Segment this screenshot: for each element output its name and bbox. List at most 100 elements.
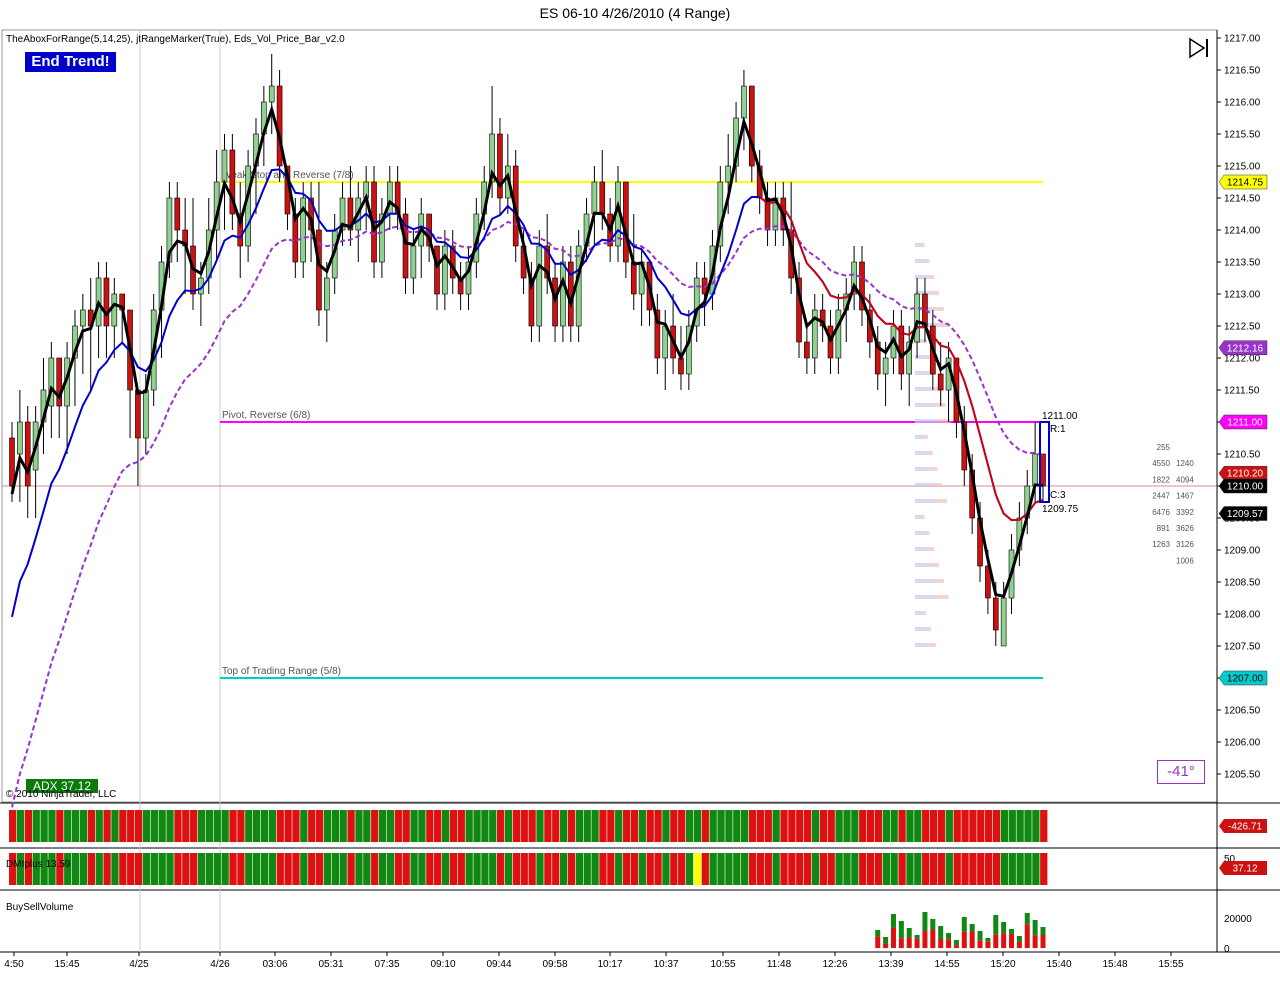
bsv-sell-bar bbox=[1009, 933, 1015, 948]
profile-bar-sell bbox=[927, 547, 935, 551]
dmi-bar bbox=[363, 853, 371, 885]
oscillator-bar bbox=[71, 810, 80, 842]
oscillator-bar bbox=[32, 810, 40, 842]
oscillator-bar bbox=[685, 810, 694, 842]
dmi-bar bbox=[394, 853, 402, 885]
oscillator-bar bbox=[622, 810, 631, 842]
oscillator-bar bbox=[489, 810, 497, 842]
candle-down bbox=[992, 597, 999, 631]
dmi-bar bbox=[237, 853, 245, 885]
dmi-bar bbox=[859, 853, 867, 885]
oscillator-bar bbox=[591, 810, 599, 842]
price-badge-label: 1212.16 bbox=[1227, 343, 1264, 354]
oscillator-bar bbox=[103, 810, 111, 842]
price-tick-label: 1210.50 bbox=[1224, 450, 1261, 461]
dmi-bar bbox=[709, 853, 717, 885]
dmi-bar bbox=[906, 853, 914, 885]
oscillator-bar bbox=[166, 810, 174, 842]
oscillator-bar bbox=[481, 810, 489, 842]
dmi-bar bbox=[426, 853, 434, 885]
profile-bar-buy bbox=[915, 355, 925, 359]
oscillator-bar bbox=[253, 810, 261, 842]
dmi-bar bbox=[685, 853, 694, 885]
bsv-buy-bar bbox=[875, 930, 881, 937]
step-forward-icon[interactable] bbox=[1188, 37, 1212, 59]
oscillator-bar bbox=[355, 810, 363, 842]
oscillator-bar bbox=[79, 810, 88, 842]
dmi-bar bbox=[292, 853, 300, 885]
oscillator-bar bbox=[284, 810, 292, 842]
profile-bar-buy bbox=[915, 515, 921, 519]
dmi-bar bbox=[741, 853, 749, 885]
oscillator-bar bbox=[969, 810, 977, 842]
oscillator-bar bbox=[843, 810, 851, 842]
oscillator-bar bbox=[914, 810, 922, 842]
profile-bar-buy bbox=[915, 595, 936, 599]
profile-bar-buy bbox=[915, 243, 921, 247]
bsv-buy-bar bbox=[1001, 922, 1007, 934]
price-tick-label: 1212.00 bbox=[1224, 354, 1261, 365]
dmi-badge-label: 37.12 bbox=[1232, 864, 1257, 875]
bsv-buy-bar bbox=[993, 915, 999, 935]
dmi-bar bbox=[922, 853, 930, 885]
oscillator-bar bbox=[1000, 810, 1009, 842]
dmi-bar bbox=[402, 853, 410, 885]
price-tick-label: 1216.00 bbox=[1224, 98, 1261, 109]
time-tick-label: 11:48 bbox=[767, 959, 792, 970]
profile-sell-count: 3392 bbox=[1176, 508, 1194, 517]
dmi-bar bbox=[465, 853, 473, 885]
trend-angle-label: -41° bbox=[1157, 760, 1205, 784]
profile-sell-count: 1006 bbox=[1176, 556, 1194, 565]
bsv-sell-bar bbox=[1024, 924, 1030, 948]
dmi-bar bbox=[811, 853, 820, 885]
profile-bar-sell bbox=[930, 563, 939, 567]
candle-up bbox=[560, 261, 566, 327]
candle-down bbox=[630, 261, 637, 295]
dmi-bar bbox=[315, 853, 324, 885]
bsv-sell-bar bbox=[914, 938, 920, 948]
dmi-bar bbox=[536, 853, 544, 885]
price-chart[interactable]: ES 06-10 4/26/2010 (4 Range) TheAboxForR… bbox=[0, 0, 1280, 994]
dmi-bar bbox=[1016, 853, 1024, 885]
bsv-sell-bar bbox=[875, 936, 881, 948]
oscillator-bar bbox=[906, 810, 914, 842]
dmi-bar bbox=[1040, 853, 1048, 885]
dmi-bar bbox=[866, 853, 875, 885]
time-tick-label: 13:39 bbox=[878, 959, 903, 970]
dmi-bar bbox=[638, 853, 646, 885]
dmi-bar bbox=[528, 853, 536, 885]
oscillator-bar bbox=[441, 810, 450, 842]
oscillator-bar bbox=[953, 810, 961, 842]
dmi-bar bbox=[134, 853, 143, 885]
candle-down bbox=[937, 373, 944, 391]
oscillator-bar bbox=[733, 810, 741, 842]
candle-up bbox=[245, 165, 251, 247]
dmi-bar bbox=[914, 853, 922, 885]
oscillator-bar bbox=[111, 810, 119, 842]
price-tick-label: 1209.00 bbox=[1224, 546, 1261, 557]
dmi-bar bbox=[898, 853, 906, 885]
oscillator-bar bbox=[347, 810, 355, 842]
dmi-bar bbox=[386, 853, 395, 885]
bsv-buy-bar bbox=[890, 914, 896, 928]
profile-bar-sell bbox=[933, 579, 944, 583]
time-tick-label: 10:17 bbox=[597, 959, 622, 970]
candle-up bbox=[536, 245, 543, 327]
dmi-bar bbox=[630, 853, 639, 885]
dmi-pane-label: DMIplus 13.59 bbox=[6, 859, 71, 870]
copyright-text: © 2010 NinjaTrader, LLC bbox=[6, 789, 117, 800]
dmi-bar bbox=[142, 853, 151, 885]
price-tick-label: 1215.00 bbox=[1224, 162, 1261, 173]
time-tick-label: 10:55 bbox=[710, 959, 735, 970]
dmi-bar bbox=[489, 853, 497, 885]
price-badge-label: 1209.57 bbox=[1227, 509, 1264, 520]
time-tick-label: 15:55 bbox=[1158, 959, 1183, 970]
level-label: Top of Trading Range (5/8) bbox=[222, 666, 341, 677]
profile-bar-sell bbox=[932, 483, 943, 487]
dmi-bar bbox=[276, 853, 284, 885]
dmi-bar bbox=[497, 853, 505, 885]
bsv-sell-bar bbox=[1032, 935, 1038, 948]
oscillator-bar bbox=[174, 810, 182, 842]
dmi-bar bbox=[756, 853, 765, 885]
profile-bar-sell bbox=[933, 307, 944, 311]
